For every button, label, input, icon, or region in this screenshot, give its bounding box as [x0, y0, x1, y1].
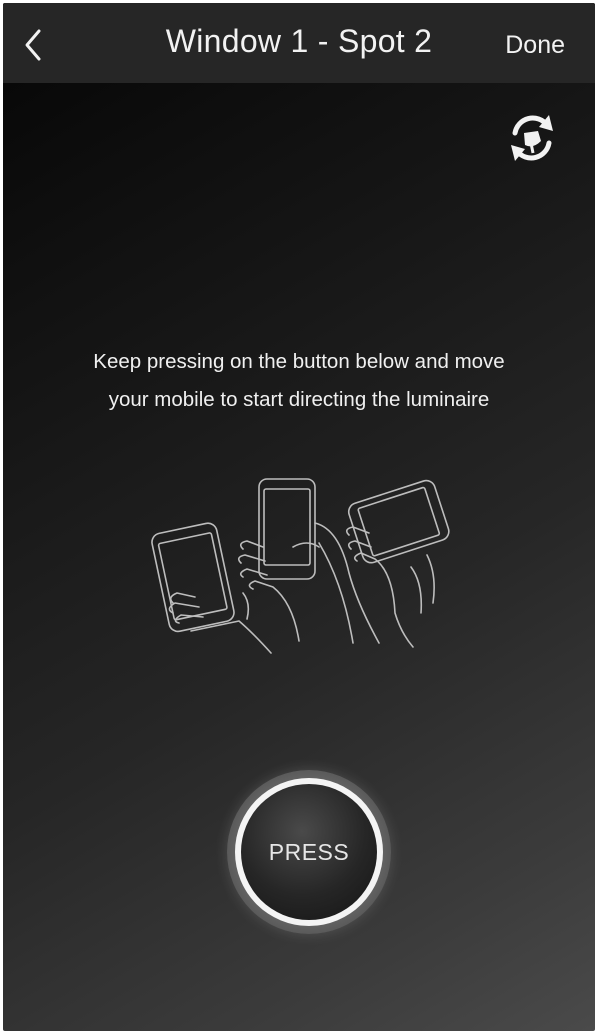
press-button[interactable]: PRESS: [227, 770, 391, 934]
done-button[interactable]: Done: [505, 31, 565, 60]
navigation-bar: Window 1 - Spot 2 Done: [3, 3, 595, 83]
instruction-line-1: Keep pressing on the button below and mo…: [93, 350, 505, 373]
hands-holding-phones-illustration: [143, 463, 463, 663]
press-button-core: PRESS: [241, 784, 377, 920]
instruction-line-2: your mobile to start directing the lumin…: [108, 388, 490, 411]
chevron-left-icon: [25, 29, 41, 61]
recalibrate-orientation-icon: [511, 115, 553, 161]
press-button-label: PRESS: [268, 838, 350, 865]
app-screen: Window 1 - Spot 2 Done Keep pressing on …: [3, 3, 595, 1031]
recalibrate-button[interactable]: [503, 109, 561, 167]
back-button[interactable]: [9, 17, 59, 67]
instruction-text: Keep pressing on the button below and mo…: [13, 343, 585, 419]
